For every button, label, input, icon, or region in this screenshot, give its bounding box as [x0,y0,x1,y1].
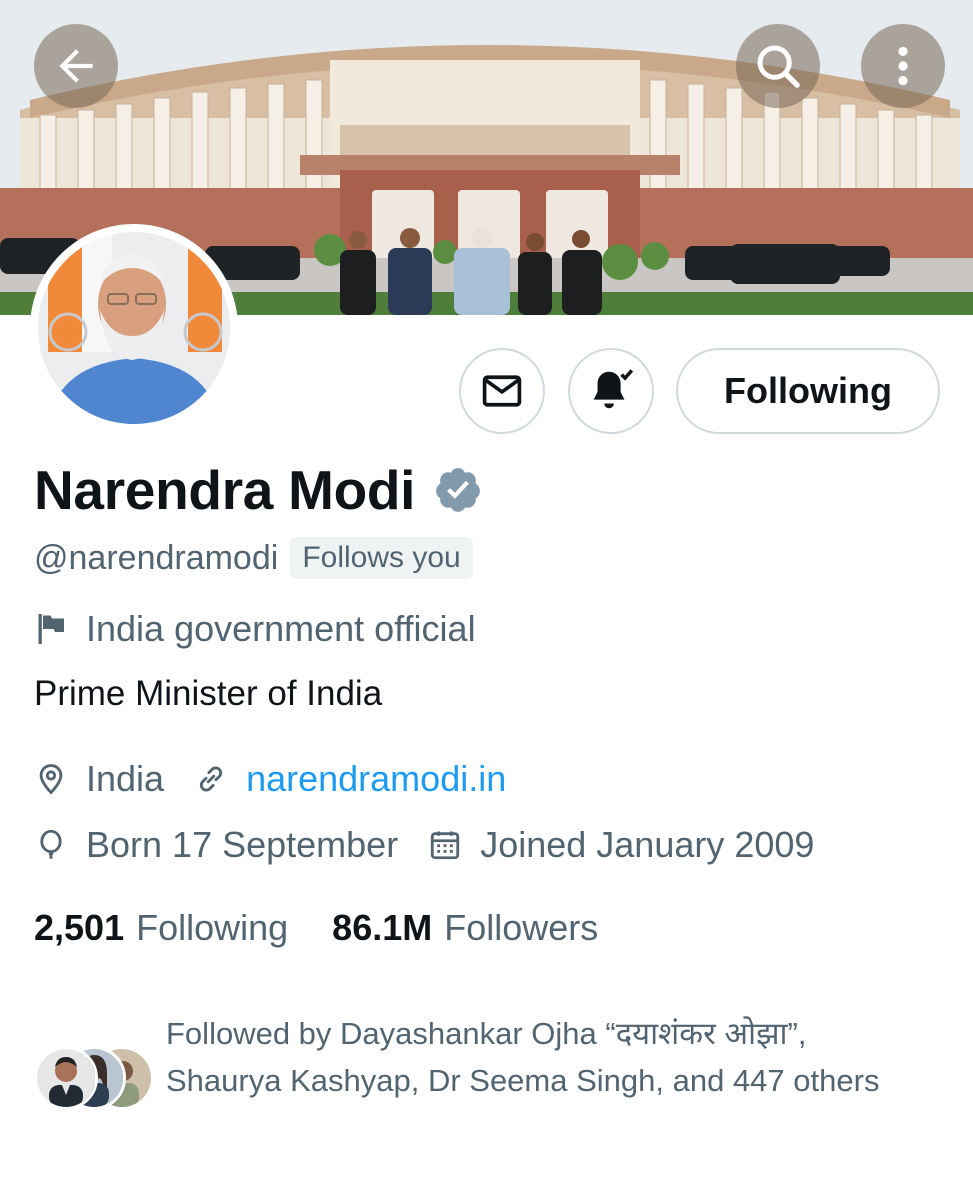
bell-check-icon [593,369,634,409]
followers-you-know[interactable]: Followed by Dayashankar Ojha “दयाशंकर ओझ… [34,1010,934,1150]
handle-row: @narendramodi Follows you [34,534,473,582]
name-row: Narendra Modi [34,458,483,522]
more-vertical-icon [898,46,908,86]
joined-text: Joined January 2009 [480,824,815,865]
arrow-left-icon [59,49,93,83]
birthday-item: Born 17 September [34,824,398,866]
search-button[interactable] [736,24,820,108]
profile-avatar[interactable] [30,224,238,432]
affiliation-text: India government official [86,608,476,649]
followers-count: 86.1M [332,907,433,948]
location-text: India [86,758,165,799]
profile-name: Narendra Modi [34,459,416,521]
following-count: 2,501 [34,907,125,948]
location-pin-icon [39,764,63,795]
follow-stats: 2,501 Following 86.1M Followers [34,902,598,954]
mutual-avatars [34,1046,154,1110]
profile-meta-row-2: Born 17 September Joined January 2009 [34,820,814,870]
birthday-text: Born 17 September [86,824,399,865]
flag-icon [38,614,64,644]
message-button[interactable] [459,348,545,434]
follows-you-badge: Follows you [290,537,473,579]
website-item[interactable]: narendramodi.in [194,758,506,800]
followers-stat[interactable]: 86.1M Followers [332,907,598,949]
mutual-avatar-1 [34,1046,98,1110]
notifications-button[interactable] [568,348,654,434]
profile-handle: @narendramodi [34,538,279,577]
calendar-icon [431,831,460,860]
profile-bio: Prime Minister of India [34,674,383,713]
verified-badge-icon [436,468,481,512]
followers-label: Followers [444,907,599,948]
following-label: Following [136,907,289,948]
avatar-image [38,232,230,424]
following-stat[interactable]: 2,501 Following [34,907,288,949]
affiliation-label[interactable]: India government official [34,604,476,654]
following-button[interactable]: Following [676,348,940,434]
back-button[interactable] [34,24,118,108]
location-item: India [34,758,164,800]
balloon-icon [40,829,62,859]
website-link[interactable]: narendramodi.in [246,758,506,800]
followed-by-text: Followed by Dayashankar Ojha “दयाशंकर ओझ… [166,1016,880,1098]
more-button[interactable] [861,24,945,108]
search-icon [757,45,800,88]
profile-meta-row-1: India narendramodi.in [34,754,506,804]
envelope-icon [482,375,522,407]
link-icon [200,766,223,792]
joined-item: Joined January 2009 [428,824,814,866]
